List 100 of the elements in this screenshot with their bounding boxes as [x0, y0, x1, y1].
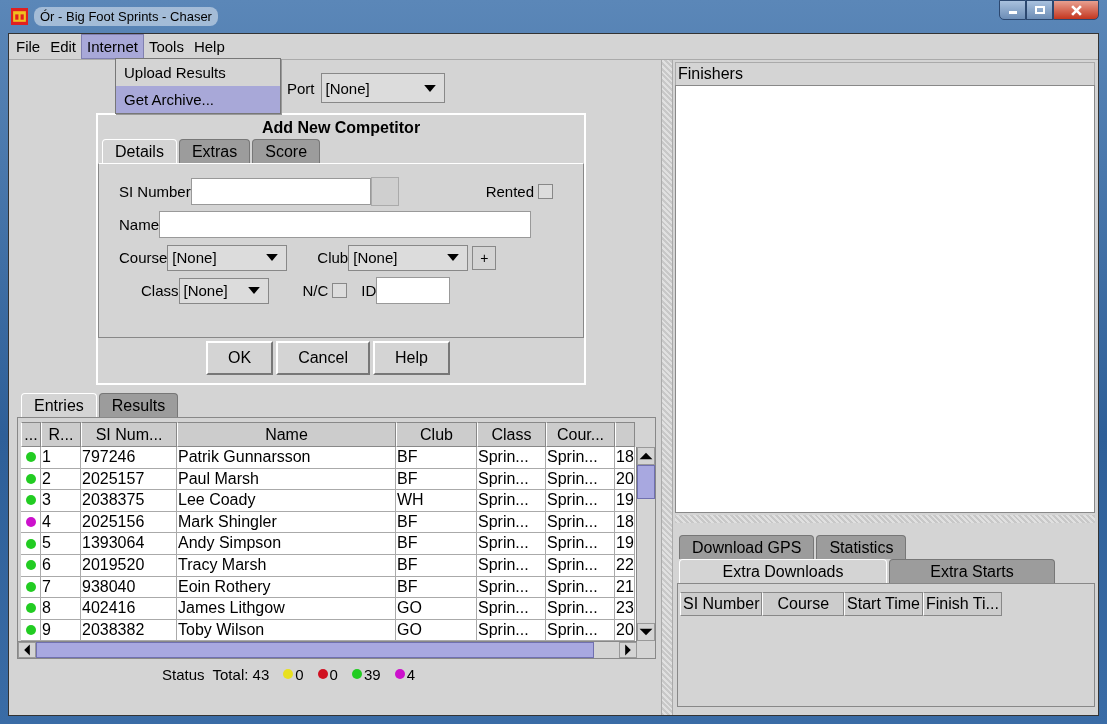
course-dropdown[interactable]: [None] — [167, 244, 288, 271]
table-cell: 7 — [41, 576, 81, 599]
close-icon — [1070, 4, 1082, 16]
menu-item[interactable]: Help — [188, 35, 230, 58]
status-count: 4 — [406, 665, 415, 683]
table-cell: 18 — [615, 447, 635, 469]
menu-item[interactable]: Tools — [143, 35, 189, 58]
menu-item[interactable]: Internet — [81, 34, 144, 59]
table-cell: BF — [396, 511, 477, 534]
nc-checkbox[interactable] — [332, 283, 348, 298]
tab[interactable]: Entries — [21, 393, 97, 417]
table-cell: 19 — [615, 533, 635, 555]
splitter-handle[interactable] — [661, 60, 673, 715]
column-header[interactable]: Course — [762, 592, 845, 616]
column-header[interactable]: Class — [477, 422, 546, 447]
maximize-icon — [1034, 5, 1045, 15]
table-cell: 3 — [41, 490, 81, 512]
panel-title: Add New Competitor — [260, 118, 422, 138]
table-cell: 5 — [41, 533, 81, 555]
tab[interactable]: Extra Downloads — [679, 559, 887, 583]
menu-item[interactable]: Edit — [45, 35, 82, 58]
table-cell: Sprin... — [546, 576, 615, 599]
menu-option[interactable]: Upload Results — [116, 59, 280, 86]
lookup-button[interactable] — [370, 177, 399, 206]
table-cell: Sprin... — [477, 576, 546, 599]
table-cell: GO — [396, 598, 477, 620]
column-header[interactable]: SI Number — [680, 592, 763, 616]
table-cell: 2 — [41, 468, 81, 491]
column-header[interactable]: SI Num... — [81, 422, 177, 447]
column-header[interactable]: Finish Ti... — [922, 592, 1002, 616]
si-number-field[interactable] — [190, 178, 371, 205]
scroll-up-icon[interactable] — [637, 447, 655, 465]
caret-icon — [266, 254, 279, 261]
table-cell: Sprin... — [477, 598, 546, 620]
close-button[interactable] — [1053, 0, 1099, 20]
table-cell: Sprin... — [546, 468, 615, 491]
column-header[interactable]: ... — [21, 422, 41, 447]
table-cell: Sprin... — [477, 619, 546, 641]
club-dropdown[interactable]: [None] — [348, 244, 469, 271]
scroll-left-icon[interactable] — [18, 642, 36, 658]
tab[interactable]: Results — [98, 393, 179, 417]
table-cell: Sprin... — [546, 511, 615, 534]
vertical-scrollbar[interactable] — [636, 447, 655, 641]
table-cell: 2025157 — [81, 468, 177, 491]
dialog-button[interactable]: Cancel — [276, 341, 370, 375]
table-cell: Lee Coady — [177, 490, 396, 512]
si-number-label: SI Number — [119, 183, 191, 200]
table-cell: 22 — [615, 554, 635, 577]
app-logo-icon — [11, 8, 28, 25]
table-cell: Sprin... — [477, 468, 546, 491]
table-cell: 21 — [615, 576, 635, 599]
scroll-thumb[interactable] — [637, 465, 655, 499]
table-cell: 1393064 — [81, 533, 177, 555]
column-header[interactable]: R... — [41, 422, 81, 447]
rented-label: Rented — [485, 183, 534, 200]
club-label: Club — [317, 249, 349, 266]
table-cell: 797246 — [81, 447, 177, 469]
table-cell: Sprin... — [546, 490, 615, 512]
table-cell: Eoin Rothery — [177, 576, 396, 599]
port-dropdown[interactable]: [None] — [320, 73, 445, 103]
table-cell: 4 — [41, 511, 81, 534]
splitter-handle[interactable] — [675, 515, 1095, 523]
class-dropdown[interactable]: [None] — [178, 277, 269, 304]
status-count: 0 — [329, 665, 338, 683]
tab[interactable]: Download GPS — [679, 535, 815, 559]
tab[interactable]: Extras — [178, 139, 251, 163]
status-label: Status — [162, 665, 205, 683]
nc-label: N/C — [302, 282, 329, 299]
tab[interactable]: Details — [102, 139, 177, 163]
minimize-button[interactable] — [999, 0, 1026, 20]
column-header[interactable]: Name — [177, 422, 396, 447]
table-cell: Sprin... — [546, 619, 615, 641]
scroll-right-icon[interactable] — [619, 642, 637, 658]
table-cell: 19 — [615, 490, 635, 512]
name-field[interactable] — [159, 211, 531, 238]
tab[interactable]: Score — [252, 139, 321, 163]
horizontal-scrollbar[interactable] — [18, 641, 637, 658]
maximize-button[interactable] — [1026, 0, 1053, 20]
scroll-down-icon[interactable] — [637, 623, 655, 641]
menu-option[interactable]: Get Archive... — [116, 86, 280, 113]
status-count: 39 — [363, 665, 381, 683]
scroll-thumb[interactable] — [36, 642, 594, 658]
table-cell: Tracy Marsh — [177, 554, 396, 577]
dialog-button[interactable]: OK — [206, 341, 274, 375]
table-cell: 2038382 — [81, 619, 177, 641]
dialog-button[interactable]: Help — [372, 341, 450, 375]
caret-icon — [247, 287, 260, 294]
table-cell: Toby Wilson — [177, 619, 396, 641]
tab[interactable]: Extra Starts — [889, 559, 1055, 583]
id-field[interactable] — [376, 277, 451, 304]
menu-item[interactable]: File — [11, 35, 46, 58]
column-header[interactable]: Club — [396, 422, 477, 447]
table-cell: BF — [396, 533, 477, 555]
tab[interactable]: Statistics — [816, 535, 907, 559]
table-cell: 1 — [41, 447, 81, 469]
add-club-button[interactable]: + — [472, 245, 497, 270]
column-header[interactable]: Start Time — [844, 592, 923, 616]
rented-checkbox[interactable] — [538, 184, 553, 199]
table-cell: 8 — [41, 598, 81, 620]
column-header[interactable]: Cour... — [546, 422, 615, 447]
